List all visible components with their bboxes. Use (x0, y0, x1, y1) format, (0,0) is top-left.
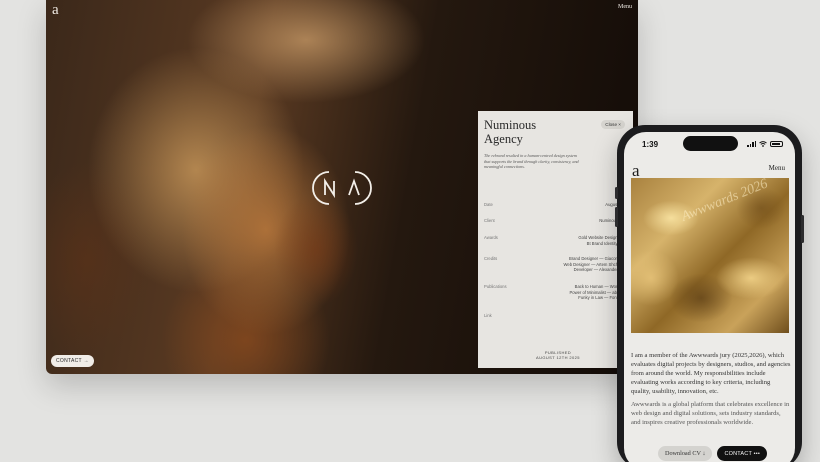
row-label: Credits (484, 256, 498, 261)
phone-side-button (615, 187, 618, 199)
project-info-panel: Numinous Agency Close × The rebrand resu… (478, 111, 633, 368)
phone-side-button (801, 215, 804, 243)
close-button[interactable]: Close × (601, 120, 625, 129)
wifi-icon (759, 141, 767, 147)
published-info: PUBLISHED AUGUST 12TH 2025 (536, 350, 580, 360)
paragraph: Awwwards is a global platform that celeb… (631, 401, 790, 426)
site-logo[interactable]: a (52, 2, 59, 19)
jury-description: I am a member of the Awwwards jury (2025… (631, 351, 791, 431)
contact-button[interactable]: CONTACT ••• (717, 446, 768, 461)
na-monogram-icon (312, 171, 372, 205)
paragraph: I am a member of the Awwwards jury (2025… (631, 352, 791, 395)
project-description: The rebrand resulted in a human-centred … (484, 153, 579, 170)
dynamic-island (683, 136, 738, 151)
awwwards-gold-image: Awwwards 2026 (631, 178, 789, 333)
menu-link[interactable]: Menu (769, 164, 785, 172)
phone-mockup: 1:39 a Menu Awwwards 2026 I am a member … (615, 125, 804, 462)
row-label: Publications (484, 284, 507, 289)
action-buttons: Download CV ↓ CONTACT ••• (658, 446, 768, 461)
row-label: Client (484, 218, 495, 223)
download-cv-button[interactable]: Download CV ↓ (658, 446, 713, 461)
contact-button[interactable]: CONTACT → (51, 355, 94, 367)
row-label: Date (484, 202, 493, 207)
row-label: Awards (484, 235, 498, 240)
published-date: AUGUST 12TH 2025 (536, 355, 580, 360)
row-label: Link (484, 313, 492, 318)
status-icons (747, 141, 783, 147)
image-script-text: Awwwards 2026 (679, 178, 770, 225)
status-time: 1:39 (642, 140, 659, 149)
menu-link[interactable]: Menu (618, 4, 632, 10)
project-title: Numinous Agency (484, 118, 537, 146)
battery-icon (770, 141, 783, 147)
signal-icon (747, 141, 756, 147)
phone-screen: 1:39 a Menu Awwwards 2026 I am a member … (624, 132, 795, 462)
phone-side-button (615, 207, 618, 227)
